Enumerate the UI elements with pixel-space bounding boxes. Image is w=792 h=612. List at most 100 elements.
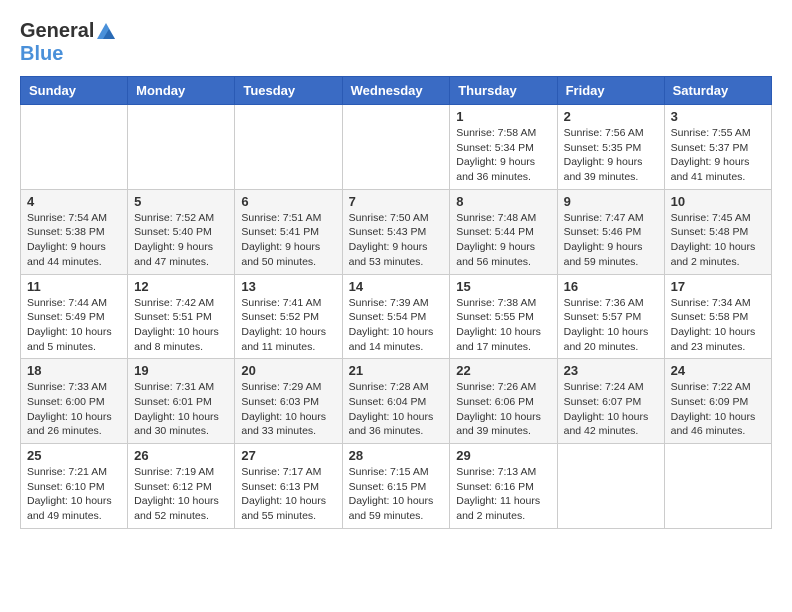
calendar-cell: 5 Sunrise: 7:52 AM Sunset: 5:40 PM Daylig…: [128, 189, 235, 274]
day-number: 13: [241, 279, 335, 294]
day-number: 10: [671, 194, 765, 209]
calendar-cell: 3 Sunrise: 7:55 AM Sunset: 5:37 PM Daylig…: [664, 105, 771, 190]
calendar-cell: 2 Sunrise: 7:56 AM Sunset: 5:35 PM Daylig…: [557, 105, 664, 190]
day-info: Sunrise: 7:15 AM Sunset: 6:15 PM Dayligh…: [349, 465, 444, 524]
day-number: 8: [456, 194, 550, 209]
day-info: Sunrise: 7:28 AM Sunset: 6:04 PM Dayligh…: [349, 380, 444, 439]
calendar-header-row: SundayMondayTuesdayWednesdayThursdayFrid…: [21, 77, 772, 105]
day-info: Sunrise: 7:41 AM Sunset: 5:52 PM Dayligh…: [241, 296, 335, 355]
calendar-cell: 9 Sunrise: 7:47 AM Sunset: 5:46 PM Daylig…: [557, 189, 664, 274]
calendar-cell: [235, 105, 342, 190]
day-number: 16: [564, 279, 658, 294]
calendar-cell: [664, 444, 771, 529]
day-number: 6: [241, 194, 335, 209]
day-number: 3: [671, 109, 765, 124]
calendar-cell: 25 Sunrise: 7:21 AM Sunset: 6:10 PM Dayli…: [21, 444, 128, 529]
day-info: Sunrise: 7:19 AM Sunset: 6:12 PM Dayligh…: [134, 465, 228, 524]
calendar-cell: 4Sunrise: 7:54 AM Sunset: 5:38 PM Daylig…: [21, 189, 128, 274]
day-number: 22: [456, 363, 550, 378]
calendar-cell: 14 Sunrise: 7:39 AM Sunset: 5:54 PM Dayli…: [342, 274, 450, 359]
day-info: Sunrise: 7:52 AM Sunset: 5:40 PM Dayligh…: [134, 211, 228, 270]
day-info: Sunrise: 7:36 AM Sunset: 5:57 PM Dayligh…: [564, 296, 658, 355]
calendar: SundayMondayTuesdayWednesdayThursdayFrid…: [20, 76, 772, 529]
day-info: Sunrise: 7:44 AM Sunset: 5:49 PM Dayligh…: [27, 296, 121, 355]
day-number: 18: [27, 363, 121, 378]
day-info: Sunrise: 7:26 AM Sunset: 6:06 PM Dayligh…: [456, 380, 550, 439]
logo-icon: [95, 21, 117, 43]
day-info: Sunrise: 7:58 AM Sunset: 5:34 PM Dayligh…: [456, 126, 550, 185]
day-info: Sunrise: 7:55 AM Sunset: 5:37 PM Dayligh…: [671, 126, 765, 185]
day-number: 12: [134, 279, 228, 294]
day-number: 2: [564, 109, 658, 124]
calendar-cell: 13 Sunrise: 7:41 AM Sunset: 5:52 PM Dayli…: [235, 274, 342, 359]
calendar-cell: 18Sunrise: 7:33 AM Sunset: 6:00 PM Dayli…: [21, 359, 128, 444]
day-info: Sunrise: 7:45 AM Sunset: 5:48 PM Dayligh…: [671, 211, 765, 270]
calendar-cell: 15Sunrise: 7:38 AM Sunset: 5:55 PM Dayli…: [450, 274, 557, 359]
calendar-cell: 26 Sunrise: 7:19 AM Sunset: 6:12 PM Dayli…: [128, 444, 235, 529]
day-number: 5: [134, 194, 228, 209]
logo-blue: Blue: [20, 43, 63, 65]
day-info: Sunrise: 7:50 AM Sunset: 5:43 PM Dayligh…: [349, 211, 444, 270]
calendar-cell: 27Sunrise: 7:17 AM Sunset: 6:13 PM Dayli…: [235, 444, 342, 529]
day-number: 20: [241, 363, 335, 378]
logo: General Blue: [20, 20, 118, 66]
calendar-cell: [342, 105, 450, 190]
calendar-cell: 22 Sunrise: 7:26 AM Sunset: 6:06 PM Dayli…: [450, 359, 557, 444]
week-row-3: 18Sunrise: 7:33 AM Sunset: 6:00 PM Dayli…: [21, 359, 772, 444]
day-info: Sunrise: 7:39 AM Sunset: 5:54 PM Dayligh…: [349, 296, 444, 355]
day-header-saturday: Saturday: [664, 77, 771, 105]
calendar-cell: 24 Sunrise: 7:22 AM Sunset: 6:09 PM Dayli…: [664, 359, 771, 444]
day-header-thursday: Thursday: [450, 77, 557, 105]
day-info: Sunrise: 7:47 AM Sunset: 5:46 PM Dayligh…: [564, 211, 658, 270]
calendar-cell: 12 Sunrise: 7:42 AM Sunset: 5:51 PM Dayli…: [128, 274, 235, 359]
calendar-cell: 19 Sunrise: 7:31 AM Sunset: 6:01 PM Dayli…: [128, 359, 235, 444]
day-info: Sunrise: 7:31 AM Sunset: 6:01 PM Dayligh…: [134, 380, 228, 439]
header: General Blue: [20, 20, 772, 66]
calendar-cell: 1 Sunrise: 7:58 AM Sunset: 5:34 PM Daylig…: [450, 105, 557, 190]
day-number: 14: [349, 279, 444, 294]
day-number: 21: [349, 363, 444, 378]
day-header-sunday: Sunday: [21, 77, 128, 105]
day-info: Sunrise: 7:13 AM Sunset: 6:16 PM Dayligh…: [456, 465, 550, 524]
calendar-cell: 7 Sunrise: 7:50 AM Sunset: 5:43 PM Daylig…: [342, 189, 450, 274]
day-info: Sunrise: 7:17 AM Sunset: 6:13 PM Dayligh…: [241, 465, 335, 524]
day-number: 7: [349, 194, 444, 209]
day-info: Sunrise: 7:42 AM Sunset: 5:51 PM Dayligh…: [134, 296, 228, 355]
day-number: 11: [27, 279, 121, 294]
calendar-cell: 28 Sunrise: 7:15 AM Sunset: 6:15 PM Dayli…: [342, 444, 450, 529]
day-info: Sunrise: 7:48 AM Sunset: 5:44 PM Dayligh…: [456, 211, 550, 270]
day-number: 23: [564, 363, 658, 378]
day-number: 29: [456, 448, 550, 463]
week-row-4: 25 Sunrise: 7:21 AM Sunset: 6:10 PM Dayli…: [21, 444, 772, 529]
day-info: Sunrise: 7:56 AM Sunset: 5:35 PM Dayligh…: [564, 126, 658, 185]
calendar-cell: [128, 105, 235, 190]
day-info: Sunrise: 7:21 AM Sunset: 6:10 PM Dayligh…: [27, 465, 121, 524]
calendar-cell: 23Sunrise: 7:24 AM Sunset: 6:07 PM Dayli…: [557, 359, 664, 444]
day-header-wednesday: Wednesday: [342, 77, 450, 105]
calendar-cell: 10 Sunrise: 7:45 AM Sunset: 5:48 PM Dayli…: [664, 189, 771, 274]
day-number: 28: [349, 448, 444, 463]
calendar-cell: 17Sunrise: 7:34 AM Sunset: 5:58 PM Dayli…: [664, 274, 771, 359]
day-number: 19: [134, 363, 228, 378]
calendar-cell: 16 Sunrise: 7:36 AM Sunset: 5:57 PM Dayli…: [557, 274, 664, 359]
day-number: 24: [671, 363, 765, 378]
calendar-cell: 6 Sunrise: 7:51 AM Sunset: 5:41 PM Daylig…: [235, 189, 342, 274]
calendar-cell: [21, 105, 128, 190]
week-row-1: 4Sunrise: 7:54 AM Sunset: 5:38 PM Daylig…: [21, 189, 772, 274]
week-row-2: 11 Sunrise: 7:44 AM Sunset: 5:49 PM Dayli…: [21, 274, 772, 359]
day-number: 9: [564, 194, 658, 209]
day-number: 26: [134, 448, 228, 463]
calendar-cell: 11 Sunrise: 7:44 AM Sunset: 5:49 PM Dayli…: [21, 274, 128, 359]
calendar-cell: 8 Sunrise: 7:48 AM Sunset: 5:44 PM Daylig…: [450, 189, 557, 274]
day-number: 1: [456, 109, 550, 124]
day-info: Sunrise: 7:54 AM Sunset: 5:38 PM Dayligh…: [27, 211, 121, 270]
day-number: 25: [27, 448, 121, 463]
day-info: Sunrise: 7:29 AM Sunset: 6:03 PM Dayligh…: [241, 380, 335, 439]
calendar-cell: 29 Sunrise: 7:13 AM Sunset: 6:16 PM Dayli…: [450, 444, 557, 529]
day-header-friday: Friday: [557, 77, 664, 105]
day-info: Sunrise: 7:38 AM Sunset: 5:55 PM Dayligh…: [456, 296, 550, 355]
day-header-tuesday: Tuesday: [235, 77, 342, 105]
day-info: Sunrise: 7:22 AM Sunset: 6:09 PM Dayligh…: [671, 380, 765, 439]
calendar-cell: [557, 444, 664, 529]
day-info: Sunrise: 7:51 AM Sunset: 5:41 PM Dayligh…: [241, 211, 335, 270]
